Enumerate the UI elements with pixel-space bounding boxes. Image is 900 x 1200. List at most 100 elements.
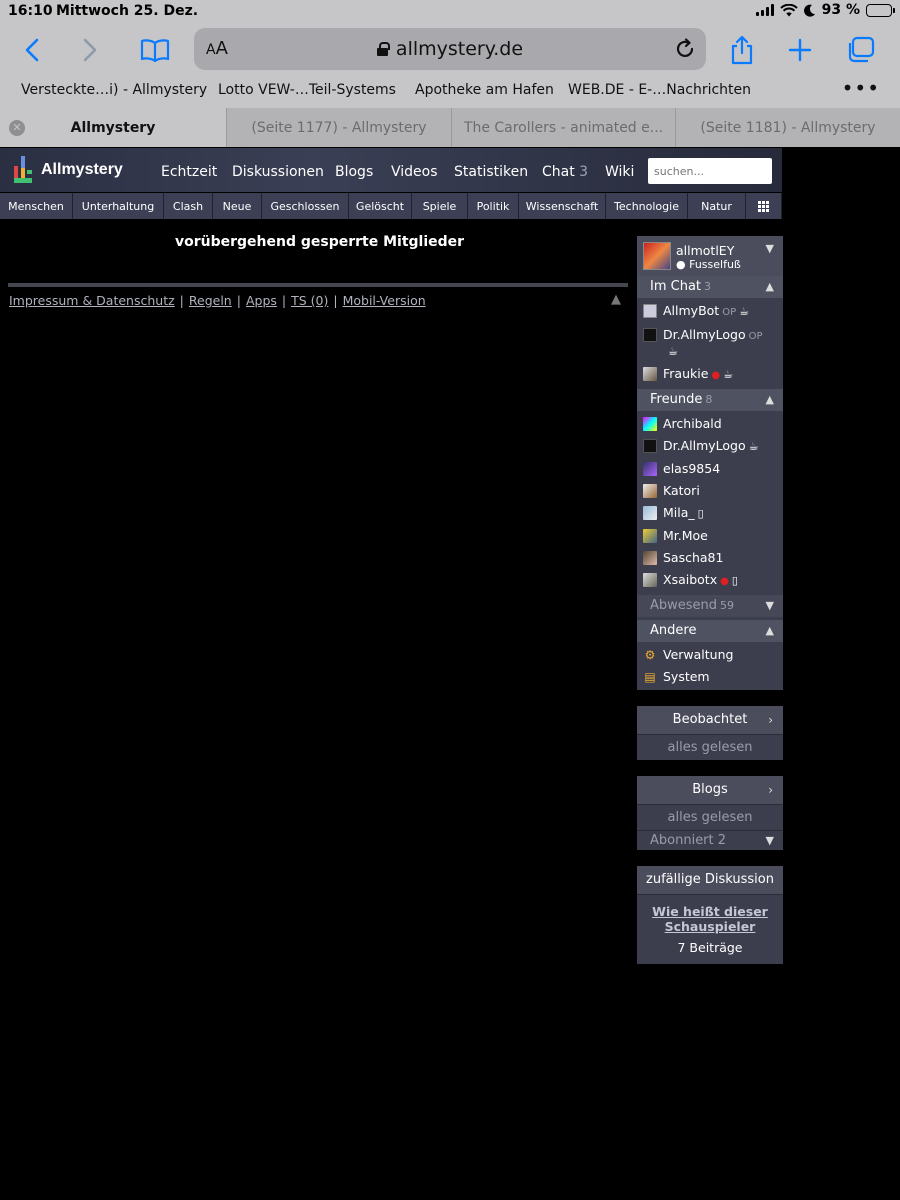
url-text: allmystery.de (395, 38, 524, 60)
chevron-down-icon[interactable]: ▼ (766, 242, 774, 255)
tab-seite-1181[interactable]: (Seite 1181) - Allmystery (675, 108, 900, 147)
cat-natur[interactable]: Natur (688, 193, 746, 219)
user-name: AllmyBot (663, 303, 720, 318)
cat-neue[interactable]: Neue (213, 193, 262, 219)
list-item[interactable]: Dr.AllmyLogo OP ☕ (637, 324, 783, 363)
random-discussion-body: Wie heißt dieser Schauspieler 7 Beiträge (637, 894, 783, 964)
cat-menschen[interactable]: Menschen (0, 193, 73, 219)
list-item[interactable]: Dr.AllmyLogo ☕ (637, 435, 783, 458)
link-apps[interactable]: Apps (246, 293, 277, 308)
nav-statistiken[interactable]: Statistiken (454, 164, 528, 180)
cellular-signal-icon (755, 4, 774, 16)
site-logo[interactable]: Allmystery (12, 156, 123, 184)
avatar (643, 417, 657, 431)
beobachtet-header[interactable]: Beobachtet › (637, 706, 783, 734)
list-item[interactable]: Xsaibotx ● ▯ (637, 569, 783, 593)
mobile-phone-icon: ▯ (731, 574, 738, 587)
tabs-overview-icon[interactable] (844, 34, 876, 66)
cat-technologie[interactable]: Technologie (606, 193, 688, 219)
more-bookmarks-icon[interactable]: ••• (842, 76, 880, 100)
blogs-header[interactable]: Blogs › (637, 776, 783, 804)
bookmark-1[interactable]: Versteckte…i) - Allmystery (21, 82, 207, 98)
nav-diskussionen[interactable]: Diskussionen (232, 164, 324, 180)
link-ts[interactable]: TS (0) (291, 293, 328, 308)
cat-wissenschaft[interactable]: Wissenschaft (519, 193, 606, 219)
footer-separator: | (333, 293, 338, 308)
bookmark-4[interactable]: WEB.DE - E-…Nachrichten (568, 82, 751, 98)
beobachtet-status: alles gelesen (637, 734, 783, 760)
nav-videos[interactable]: Videos (391, 164, 438, 180)
site-search-input[interactable] (648, 158, 772, 184)
list-item[interactable]: AllmyBot OP ☕ (637, 300, 783, 324)
address-bar[interactable]: AA allmystery.de (194, 28, 706, 70)
cat-geloescht[interactable]: Gelöscht (349, 193, 412, 219)
ios-status-bar: 16:10 Mittwoch 25. Dez. 93 % (0, 0, 900, 24)
cat-clash[interactable]: Clash (164, 193, 213, 219)
coffee-cup-icon: ☕ (668, 345, 678, 358)
bookmark-2[interactable]: Lotto VEW-…Teil-Systems (218, 82, 396, 98)
box-title: Beobachtet (672, 712, 748, 727)
bookmarks-book-icon[interactable] (139, 34, 171, 66)
cat-unterhaltung[interactable]: Unterhaltung (73, 193, 164, 219)
link-regeln[interactable]: Regeln (189, 293, 232, 308)
scroll-to-top-icon[interactable]: ▲ (611, 292, 621, 307)
cat-politik[interactable]: Politik (468, 193, 519, 219)
user-status-text: Fusselfuß (689, 258, 741, 271)
section-abwesend[interactable]: Abwesend 59 ▼ (637, 595, 783, 617)
link-impressum[interactable]: Impressum & Datenschutz (9, 293, 175, 308)
list-item[interactable]: Mr.Moe (637, 525, 783, 547)
lock-icon (376, 42, 390, 56)
list-item[interactable]: Archibald (637, 413, 783, 435)
list-item[interactable]: Mila_ ▯ (637, 502, 783, 525)
wifi-icon (779, 3, 798, 16)
random-discussion-link[interactable]: Wie heißt dieser Schauspieler (641, 904, 779, 934)
status-date: Mittwoch 25. Dez. (56, 3, 199, 19)
chevron-up-icon[interactable]: ▲ (766, 389, 774, 411)
forward-icon[interactable] (74, 34, 106, 66)
back-icon[interactable] (16, 34, 48, 66)
avatar (643, 328, 657, 342)
chevron-up-icon[interactable]: ▲ (766, 276, 774, 298)
chevron-down-icon[interactable]: ▼ (766, 831, 774, 851)
blogs-abonniert[interactable]: Abonniert 2 ▼ (637, 830, 783, 850)
chevron-down-icon[interactable]: ▼ (766, 595, 774, 617)
coffee-cup-icon: ☕ (748, 440, 759, 453)
more-categories-button[interactable] (746, 193, 782, 219)
share-icon[interactable] (726, 34, 758, 66)
tab-allmystery[interactable]: ✕ Allmystery (0, 108, 226, 147)
friends-list: Archibald Dr.AllmyLogo ☕ elas9854 Katori … (637, 411, 783, 595)
section-im-chat[interactable]: Im Chat 3 ▲ (637, 276, 783, 298)
new-tab-plus-icon[interactable] (784, 34, 816, 66)
tab-carollers[interactable]: The Carollers - animated e... (451, 108, 675, 147)
list-item-system[interactable]: ▤ System (637, 666, 783, 688)
footer-separator: | (236, 293, 241, 308)
section-freunde[interactable]: Freunde 8 ▲ (637, 389, 783, 411)
coffee-cup-icon: ☕ (723, 368, 734, 381)
link-mobil-version[interactable]: Mobil-Version (343, 293, 426, 308)
online-dot-icon: ● (711, 370, 721, 381)
url-display[interactable]: allmystery.de (194, 38, 706, 60)
list-item[interactable]: Fraukie ● ☕ (637, 363, 783, 387)
cat-spiele[interactable]: Spiele (412, 193, 468, 219)
list-item-verwaltung[interactable]: ⚙ Verwaltung (637, 644, 783, 666)
online-dot-icon: ● (720, 576, 729, 587)
cat-geschlossen[interactable]: Geschlossen (262, 193, 349, 219)
nav-blogs[interactable]: Blogs (335, 164, 373, 180)
chevron-right-icon[interactable]: › (768, 776, 773, 804)
nav-wiki[interactable]: Wiki (605, 164, 634, 180)
chevron-up-icon[interactable]: ▲ (766, 620, 774, 642)
close-tab-icon[interactable]: ✕ (9, 120, 25, 136)
nav-chat[interactable]: Chat 3 (542, 164, 588, 180)
section-andere[interactable]: Andere ▲ (637, 620, 783, 642)
op-badge: OP (748, 331, 763, 342)
section-count: 8 (705, 393, 713, 406)
current-user[interactable]: allmotlEY ● Fusselfuß ▼ (637, 236, 783, 276)
list-item[interactable]: elas9854 (637, 458, 783, 480)
bookmark-3[interactable]: Apotheke am Hafen (415, 82, 554, 98)
list-item[interactable]: Sascha81 (637, 547, 783, 569)
reload-icon[interactable] (672, 36, 698, 62)
tab-seite-1177[interactable]: (Seite 1177) - Allmystery (226, 108, 451, 147)
nav-echtzeit[interactable]: Echtzeit (161, 164, 217, 180)
chevron-right-icon[interactable]: › (768, 706, 773, 734)
list-item[interactable]: Katori (637, 480, 783, 502)
